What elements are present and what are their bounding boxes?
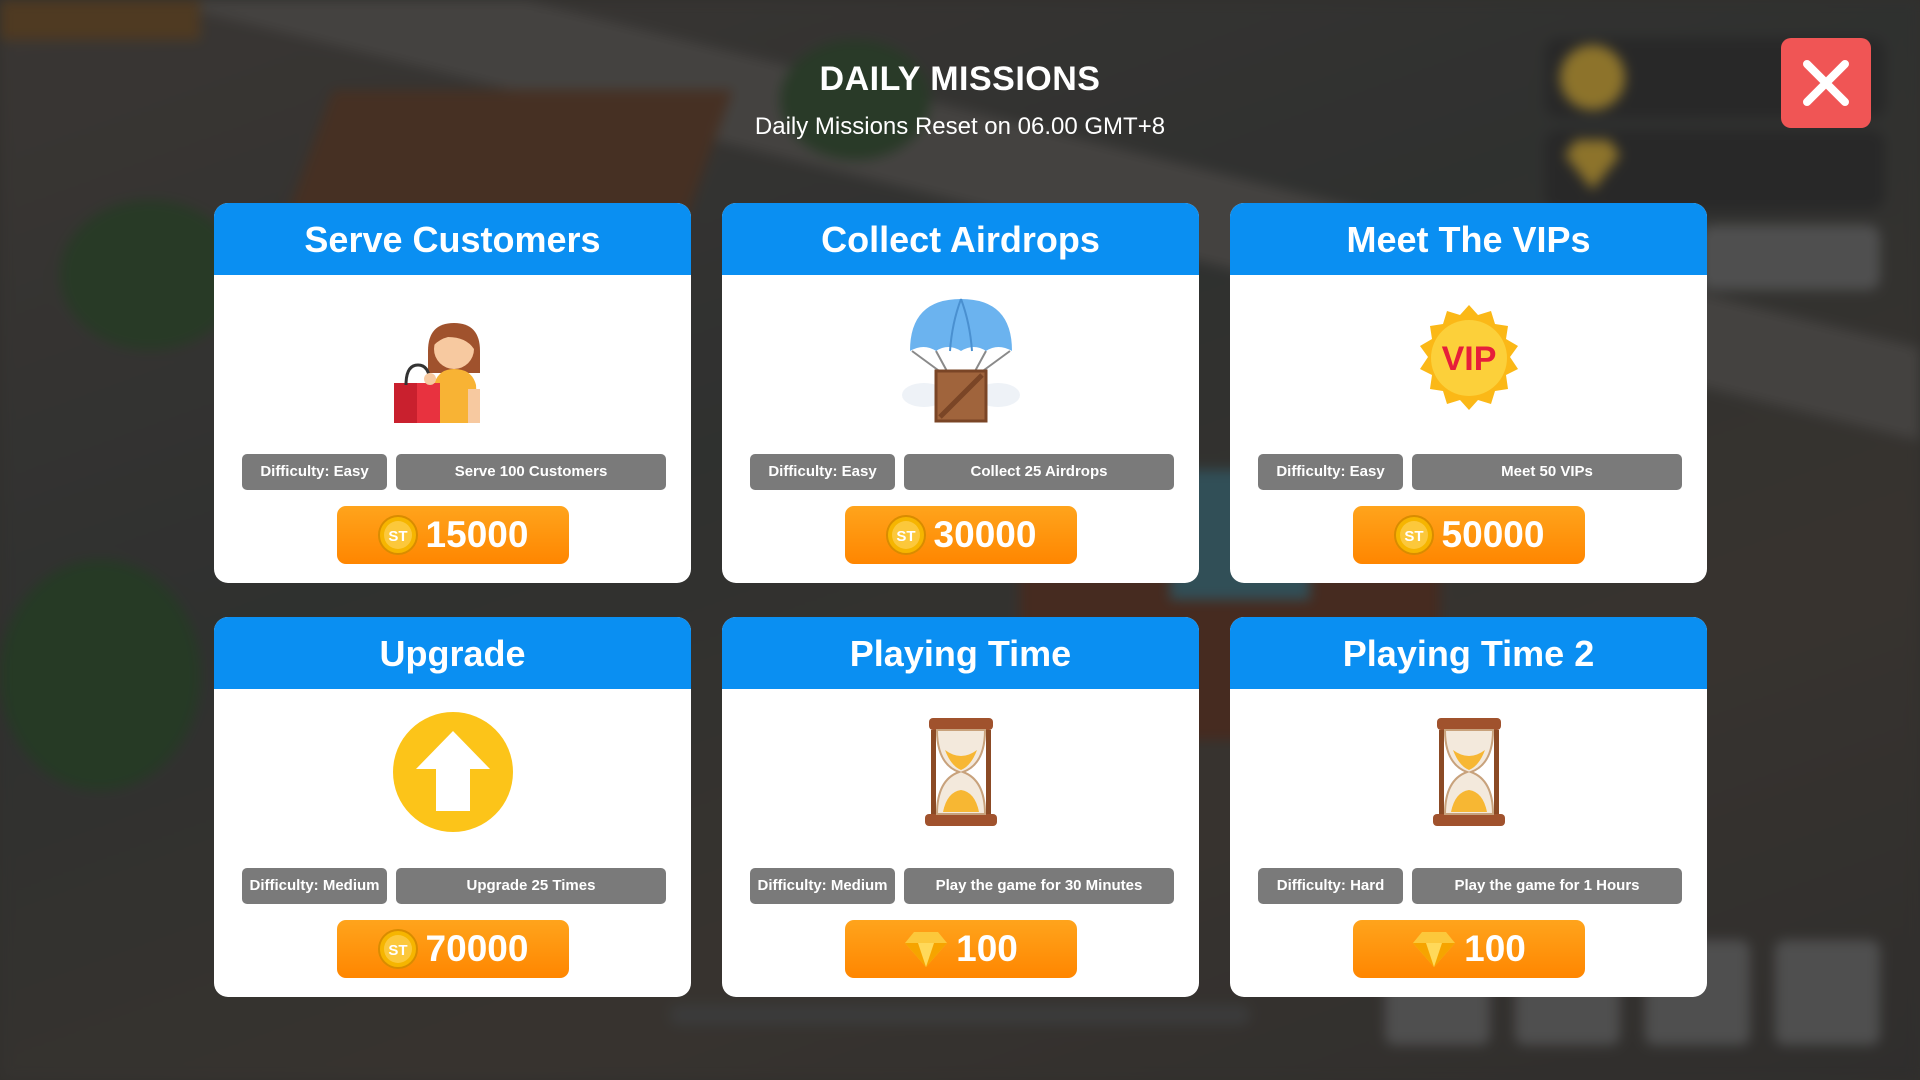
mission-card-meet-vips: Meet The VIPs VIP Difficulty: Easy Meet … — [1230, 203, 1707, 583]
mission-card-playing-time-2: Playing Time 2 Difficulty: Hard Play the… — [1230, 617, 1707, 997]
vip-badge-icon: VIP — [1419, 305, 1518, 410]
hourglass-icon — [924, 718, 997, 826]
goal-label: Upgrade 25 Times — [396, 868, 666, 904]
difficulty-label: Difficulty: Medium — [750, 868, 895, 904]
difficulty-label: Difficulty: Easy — [750, 454, 895, 490]
reward-button[interactable]: 100 — [845, 920, 1077, 978]
diamond-icon — [905, 932, 948, 967]
reward-amount: 100 — [1464, 928, 1526, 969]
reward-amount: 70000 — [425, 928, 529, 969]
reset-subtitle: Daily Missions Reset on 06.00 GMT+8 — [754, 113, 1166, 140]
airdrop-parachute-icon — [901, 298, 1020, 423]
diamond-icon — [1413, 932, 1456, 967]
mission-title: Meet The VIPs — [1230, 203, 1707, 275]
difficulty-label: Difficulty: Easy — [1258, 454, 1403, 490]
reward-amount: 15000 — [425, 514, 529, 555]
mission-title: Serve Customers — [214, 203, 691, 275]
mission-title: Collect Airdrops — [722, 203, 1199, 275]
close-icon — [1803, 60, 1849, 106]
reward-button[interactable]: ST 50000 — [1353, 506, 1585, 564]
svg-text:ST: ST — [388, 942, 407, 959]
page-title: DAILY MISSIONS — [819, 60, 1101, 98]
missions-header: DAILY MISSIONS Daily Missions Reset on 0… — [0, 60, 1920, 141]
mission-card-upgrade: Upgrade Difficulty: Medium Upgrade 25 Ti… — [214, 617, 691, 997]
difficulty-label: Difficulty: Medium — [242, 868, 387, 904]
upgrade-arrow-icon — [392, 712, 513, 832]
reward-amount: 30000 — [933, 514, 1037, 555]
mission-card-collect-airdrops: Collect Airdrops Difficulty: Easy Collec… — [722, 203, 1199, 583]
mission-card-playing-time: Playing Time Difficulty: Medium Play the… — [722, 617, 1199, 997]
difficulty-label: Difficulty: Easy — [242, 454, 387, 490]
st-coin-icon: ST — [377, 929, 418, 969]
svg-text:ST: ST — [896, 528, 915, 545]
reward-amount: 50000 — [1441, 514, 1545, 555]
svg-text:ST: ST — [388, 528, 407, 545]
reward-button[interactable]: ST 70000 — [337, 920, 569, 978]
mission-title: Playing Time 2 — [1230, 617, 1707, 689]
st-coin-icon: ST — [377, 515, 418, 555]
svg-text:ST: ST — [1404, 528, 1423, 545]
reward-amount: 100 — [956, 928, 1018, 969]
mission-title: Upgrade — [214, 617, 691, 689]
svg-text:VIP: VIP — [1441, 340, 1496, 378]
reward-button[interactable]: ST 30000 — [845, 506, 1077, 564]
difficulty-label: Difficulty: Hard — [1258, 868, 1403, 904]
goal-label: Play the game for 1 Hours — [1412, 868, 1682, 904]
goal-label: Serve 100 Customers — [396, 454, 666, 490]
st-coin-icon: ST — [1393, 515, 1434, 555]
mission-card-serve-customers: Serve Customers Difficulty: Easy Serve 1… — [214, 203, 691, 583]
close-button[interactable] — [1781, 38, 1871, 128]
goal-label: Meet 50 VIPs — [1412, 454, 1682, 490]
reward-button[interactable]: ST 15000 — [337, 506, 569, 564]
reward-button[interactable]: 100 — [1353, 920, 1585, 978]
mission-title: Playing Time — [722, 617, 1199, 689]
st-coin-icon: ST — [885, 515, 926, 555]
hourglass-icon — [1432, 718, 1505, 826]
goal-label: Collect 25 Airdrops — [904, 454, 1174, 490]
goal-label: Play the game for 30 Minutes — [904, 868, 1174, 904]
shopper-icon — [393, 323, 480, 423]
